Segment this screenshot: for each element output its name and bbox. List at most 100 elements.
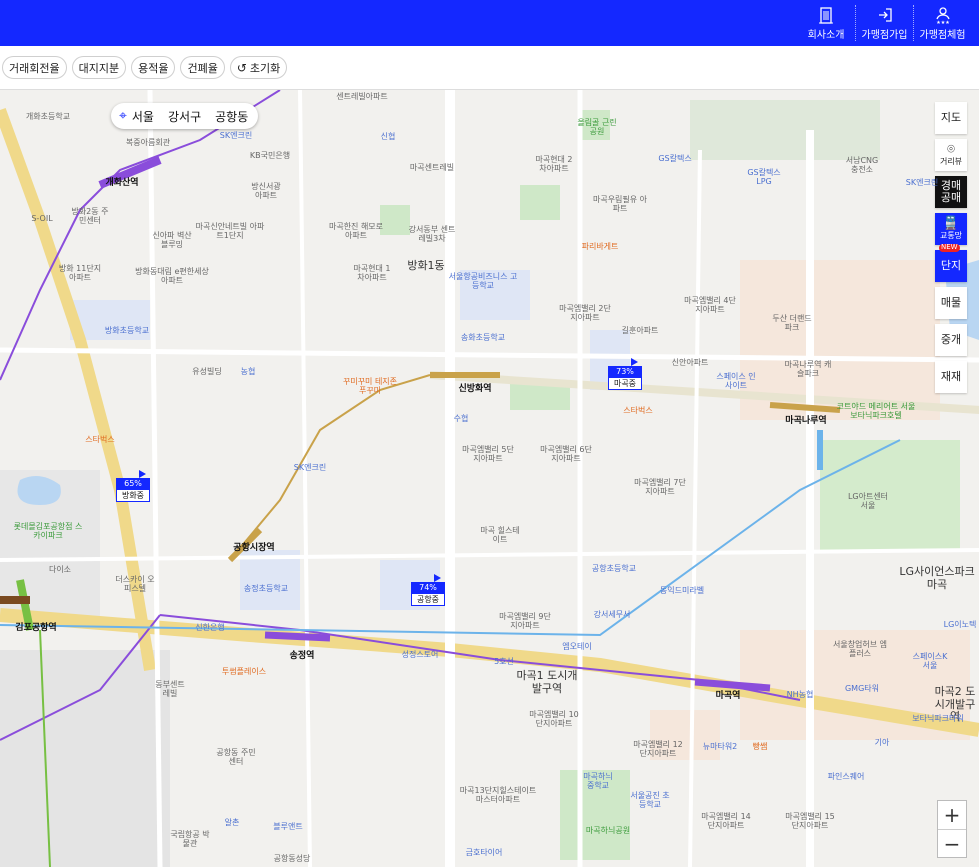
map-label: 꾸미꾸미 테지존푸꾸미 [342, 377, 398, 396]
transit-label: 교통망 [939, 230, 963, 240]
station-label: 김포공항역 [15, 623, 57, 633]
map-label: 파인스퀘어 [827, 772, 865, 781]
map-label: 마곡엠밸리 10단지아파트 [529, 710, 579, 729]
map-label: 올림골 근린공원 [577, 118, 617, 137]
map-label: 코트야드 메리어트 서울보타닉파크호텔 [836, 402, 916, 421]
crosshair-icon: ⌖ [119, 108, 127, 124]
reset-label: 초기화 [249, 61, 281, 75]
school-flag[interactable]: 74% 공항중 [411, 574, 445, 606]
map-label: 복중아름회관 [125, 138, 171, 147]
map-label: GS칼텍스 [658, 154, 692, 163]
transit-button[interactable]: 🚆 교통망 [935, 213, 967, 245]
map-label: 스타벅스 [85, 435, 115, 444]
flag-icon [631, 358, 638, 366]
school-flag[interactable]: 73% 마곡중 [608, 358, 642, 390]
map-label: 파리바게트 [581, 242, 619, 251]
map-label: 마곡엠밸리 9단지아파트 [499, 612, 551, 631]
school-flag[interactable]: 65% 방화중 [116, 470, 150, 502]
map-label: 마곡한진 해모로아파트 [328, 222, 384, 241]
zoom-in-button[interactable]: + [938, 801, 966, 829]
signin-icon [878, 7, 892, 22]
nav-join[interactable]: 가맹점가입 [855, 5, 913, 41]
filter-land-share-chip[interactable]: 대지지분 [71, 56, 127, 79]
map-label: 마곡우림필유 아파트 [592, 195, 648, 214]
location-district[interactable]: 강서구 [168, 108, 201, 125]
map-label: 마곡현대 1차아파트 [353, 264, 391, 283]
map-label: 더스카이 오피스텔 [115, 575, 155, 594]
map-label: LG아트센터 서울 [847, 492, 889, 511]
nav-company[interactable]: 회사소개 [797, 5, 855, 41]
map-label: 서남CNG 충전소 [845, 156, 879, 175]
map-label: 두산 더랜드파크 [772, 314, 812, 333]
map-label: 기아 [874, 738, 890, 747]
map-label: 송정초등학교 [243, 584, 289, 593]
map-label: 마곡센트레빌 [409, 163, 455, 172]
map-label: 보타닉파크타워 [912, 714, 964, 723]
map-label: 방화초등학교 [104, 326, 150, 335]
map-label: 엠오테이 [562, 642, 592, 651]
flag-icon [434, 574, 441, 582]
pin-icon: ⌾ [947, 142, 955, 158]
map-label: 신안아파트 [671, 358, 709, 367]
location-city[interactable]: ⌖ 서울 [119, 108, 154, 125]
nav-join-label: 가맹점가입 [861, 29, 908, 41]
map-label: 투썸플레이스 [221, 667, 267, 676]
map-label: 마곡나루역 캐슬파크 [784, 360, 832, 379]
school-flag-pct: 73% [608, 366, 642, 377]
auction-button[interactable]: 경매 공매 [935, 176, 967, 208]
map-label: 센트레빌아파트 [336, 92, 388, 101]
map-type-button[interactable]: 지도 [935, 102, 967, 134]
train-icon: 🚆 [942, 216, 960, 232]
map-label: 공항동 주민센터 [216, 748, 256, 767]
map-label: 스페이스K 서울 [912, 652, 948, 671]
top-nav: 회사소개 가맹점가입 ★★★ 가맹점체험 [797, 5, 971, 41]
map-canvas[interactable]: ⌖ 서울 강서구 공항동 지도 ⌾ 거리뷰 경매 공매 🚆 교통망 NEW 단지… [0, 90, 979, 867]
redevelop-button[interactable]: 재재 [935, 361, 967, 393]
broker-button[interactable]: 중개 [935, 324, 967, 356]
map-label: 스페이스 인사이트 [716, 372, 756, 391]
nav-company-label: 회사소개 [807, 29, 845, 41]
map-label: 신아파 벽산블루밍 [152, 231, 192, 250]
top-bar: 회사소개 가맹점가입 ★★★ 가맹점체험 [0, 0, 979, 46]
map-label: 마곡엠밸리 7단지아파트 [634, 478, 686, 497]
location-selector[interactable]: ⌖ 서울 강서구 공항동 [111, 103, 259, 129]
area-label: 마곡1 도시개발구역 [516, 669, 578, 695]
map-label: 신한은행 [195, 623, 225, 632]
nav-trial[interactable]: ★★★ 가맹점체험 [913, 5, 971, 41]
zoom-out-button[interactable]: − [938, 829, 966, 857]
filter-far-chip[interactable]: 용적율 [131, 56, 176, 79]
map-label: SK엔크린 [219, 131, 253, 140]
map-label: 성정스토어 [401, 650, 439, 659]
map-label: 공항동성당 [273, 854, 311, 863]
map-label: 마곡 힐스테이트 [480, 526, 520, 545]
street-view-button[interactable]: ⌾ 거리뷰 [935, 139, 967, 171]
sale-button[interactable]: 매물 [935, 287, 967, 319]
map-label: 서울공진 초등학교 [630, 791, 670, 810]
school-flag-pct: 74% [411, 582, 445, 593]
map-label: 방화동대림 e편한세상아파트 [135, 267, 209, 286]
map-label: 수협 [453, 414, 469, 423]
map-label: LG이노텍 [943, 620, 977, 629]
map-label: 강서세무서 [593, 610, 631, 619]
map-label: S-OIL [31, 214, 53, 223]
map-label: 금호타이어 [465, 848, 503, 857]
map-label: 마곡하늬공원 [585, 826, 631, 835]
location-dong[interactable]: 공항동 [215, 108, 248, 125]
reset-button[interactable]: ↺ 초기화 [229, 56, 288, 79]
map-label: 신협 [380, 132, 396, 141]
map-label: SK엔크린 [293, 463, 327, 472]
map-label: 동부센트레빌 [155, 680, 185, 699]
filter-bar: 거래회전율 대지지분 용적율 건폐율 ↺ 초기화 [0, 46, 979, 90]
zoom-control: + − [937, 800, 967, 858]
street-view-label: 거리뷰 [939, 156, 963, 166]
map-label: 방신서광 아파트 [251, 182, 281, 201]
reset-icon: ↺ [236, 60, 247, 75]
filter-bcr-chip[interactable]: 건폐율 [180, 56, 225, 79]
school-flag-name: 공항중 [411, 593, 445, 606]
complex-button[interactable]: NEW 단지 [935, 243, 967, 282]
filter-turnover-chip[interactable]: 거래회전율 [2, 56, 67, 79]
map-label: 방화2동 주민센터 [71, 207, 109, 226]
map-label: NH농협 [786, 690, 814, 699]
map-label: 송화초등학교 [460, 333, 506, 342]
map-label: 마곡엠밸리 2단지아파트 [559, 304, 611, 323]
